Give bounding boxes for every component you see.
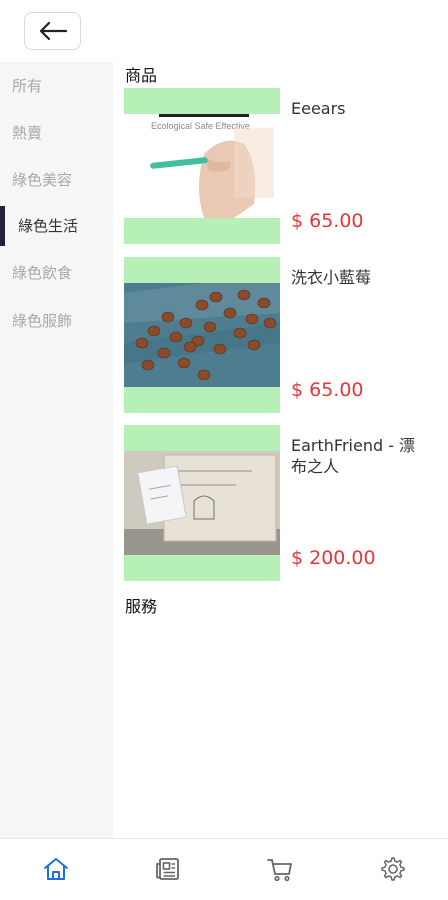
- nav-cart-button[interactable]: [264, 853, 296, 885]
- bottom-navigation: [0, 838, 448, 900]
- sidebar-item-green-clothing[interactable]: 綠色服飾: [0, 301, 113, 339]
- app-header: [0, 0, 448, 62]
- sidebar-item-label: 所有: [12, 76, 43, 95]
- home-icon: [44, 858, 68, 880]
- sidebar-item-label: 綠色生活: [18, 216, 79, 235]
- product-price: $ 65.00: [291, 379, 364, 401]
- sidebar-item-label: 綠色飲食: [12, 263, 73, 282]
- product-photo: [124, 451, 280, 555]
- product-thumbnail[interactable]: [124, 257, 280, 413]
- product-thumbnail[interactable]: Ecological Safe Effective: [124, 88, 280, 244]
- product-name: Eeears: [291, 99, 346, 118]
- category-sidebar: 所有 熱賣 綠色美容 綠色生活 綠色飲食 綠色服飾: [0, 62, 113, 838]
- cart-icon: [267, 859, 292, 882]
- nav-settings-button[interactable]: [376, 853, 408, 885]
- product-name: 洗衣小藍莓: [291, 268, 372, 287]
- sidebar-item-green-beauty[interactable]: 綠色美容: [0, 160, 113, 198]
- product-photo: Ecological Safe Effective: [124, 114, 280, 218]
- nav-news-button[interactable]: [152, 853, 184, 885]
- product-card[interactable]: EarthFriend - 漂布之人 $ 200.00: [124, 425, 424, 581]
- product-card[interactable]: 洗衣小藍莓 $ 65.00: [124, 257, 424, 413]
- product-card[interactable]: Ecological Safe Effective Eeears $ 65.00: [124, 88, 424, 244]
- news-icon: [156, 858, 179, 880]
- sidebar-item-label: 熱賣: [12, 123, 43, 142]
- product-price: $ 65.00: [291, 210, 364, 232]
- sidebar-item-label: 綠色服飾: [12, 311, 73, 330]
- services-heading: 服務: [125, 597, 158, 616]
- products-heading: 商品: [125, 66, 158, 85]
- sidebar-item-green-living[interactable]: 綠色生活: [0, 206, 113, 246]
- sidebar-item-hot[interactable]: 熱賣: [0, 113, 113, 151]
- product-price: $ 200.00: [291, 547, 376, 569]
- product-thumbnail[interactable]: [124, 425, 280, 581]
- product-photo: [124, 283, 280, 387]
- sidebar-item-all[interactable]: 所有: [0, 66, 113, 104]
- arrow-left-icon: [39, 21, 67, 41]
- sidebar-item-label: 綠色美容: [12, 170, 73, 189]
- sidebar-item-green-food[interactable]: 綠色飲食: [0, 253, 113, 291]
- gear-icon: [381, 857, 405, 881]
- nav-home-button[interactable]: [40, 853, 72, 885]
- back-button[interactable]: [24, 12, 81, 50]
- product-name: EarthFriend - 漂布之人: [291, 436, 416, 476]
